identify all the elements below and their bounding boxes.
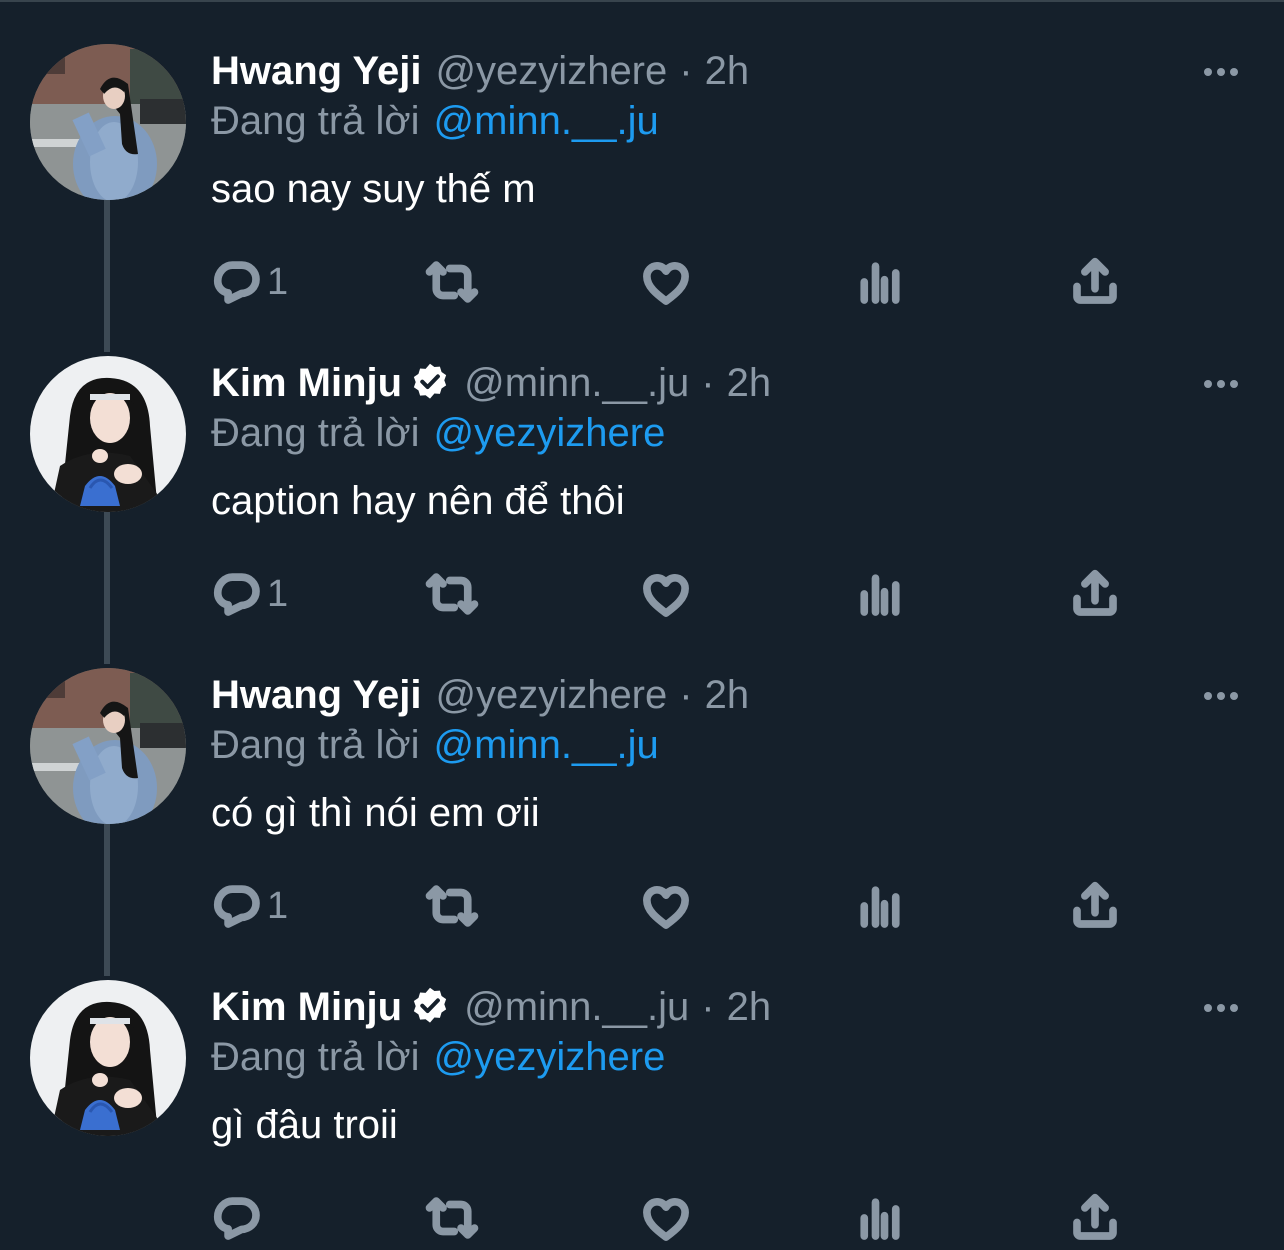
like-button[interactable] [639, 876, 693, 936]
reply-button[interactable]: 1 [211, 564, 288, 624]
avatar[interactable] [30, 668, 186, 824]
more-icon[interactable] [1196, 364, 1246, 404]
more-icon[interactable] [1196, 52, 1246, 92]
retweet-icon [425, 879, 479, 933]
username[interactable]: @yezyizhere [435, 673, 667, 718]
separator: · [679, 672, 693, 717]
replying-to-label: Đang trả lời [211, 411, 420, 455]
separator: · [701, 360, 715, 405]
retweet-icon [425, 1191, 479, 1245]
more-icon[interactable] [1196, 988, 1246, 1028]
reply-count: 1 [267, 884, 289, 927]
views-icon [853, 255, 907, 309]
tweet-text: gì đâu troii [211, 1103, 398, 1147]
tweet[interactable]: Hwang Yeji @yezyizhere · 2h Đang trả lời @min… [0, 626, 1284, 938]
retweet-icon [425, 567, 479, 621]
views-button[interactable] [853, 564, 907, 624]
more-icon[interactable] [1196, 676, 1246, 716]
views-button[interactable] [853, 1188, 907, 1248]
views-icon [853, 567, 907, 621]
timestamp[interactable]: 2h [727, 361, 772, 406]
like-icon [639, 1191, 693, 1245]
reply-icon [211, 1191, 265, 1245]
replying-to: Đang trả lời @yezyizhere [211, 1035, 665, 1080]
display-name[interactable]: Hwang Yeji [211, 49, 421, 94]
reply-count: 1 [267, 260, 289, 303]
replying-to: Đang trả lời @minn.__.ju [211, 723, 659, 768]
verified-icon [408, 361, 452, 405]
like-button[interactable] [639, 564, 693, 624]
tweet[interactable]: Kim Minju @minn.__.ju · 2h Đang trả lời @yezy… [0, 314, 1284, 626]
views-icon [853, 879, 907, 933]
reply-icon [211, 255, 265, 309]
reply-count: 1 [267, 572, 289, 615]
mention-link[interactable]: @yezyizhere [434, 1035, 666, 1079]
share-button[interactable] [1068, 1188, 1122, 1248]
like-button[interactable] [639, 252, 693, 312]
verified-icon [408, 985, 452, 1029]
tweet[interactable]: Hwang Yeji @yezyizhere · 2h Đang trả lời @min… [0, 2, 1284, 314]
share-icon [1068, 567, 1122, 621]
tweet-header: Kim Minju @minn.__.ju · 2h [211, 982, 771, 1032]
reply-icon [211, 567, 265, 621]
username[interactable]: @minn.__.ju [464, 985, 689, 1030]
retweet-icon [425, 255, 479, 309]
share-icon [1068, 879, 1122, 933]
views-button[interactable] [853, 252, 907, 312]
share-icon [1068, 255, 1122, 309]
timestamp[interactable]: 2h [727, 985, 772, 1030]
retweet-button[interactable] [425, 1188, 479, 1248]
replying-to-label: Đang trả lời [211, 99, 420, 143]
tweet[interactable]: Kim Minju @minn.__.ju · 2h Đang trả lời @yezy… [0, 938, 1284, 1250]
separator: · [701, 984, 715, 1029]
display-name[interactable]: Hwang Yeji [211, 673, 421, 718]
replying-to: Đang trả lời @minn.__.ju [211, 99, 659, 144]
mention-link[interactable]: @minn.__.ju [434, 723, 659, 767]
mention-link[interactable]: @yezyizhere [434, 411, 666, 455]
tweet-text: có gì thì nói em ơii [211, 791, 540, 835]
replying-to: Đang trả lời @yezyizhere [211, 411, 665, 456]
display-name[interactable]: Kim Minju [211, 985, 402, 1030]
replying-to-label: Đang trả lời [211, 723, 420, 767]
retweet-button[interactable] [425, 876, 479, 936]
like-button[interactable] [639, 1188, 693, 1248]
display-name[interactable]: Kim Minju [211, 361, 402, 406]
timestamp[interactable]: 2h [705, 49, 750, 94]
share-button[interactable] [1068, 252, 1122, 312]
retweet-button[interactable] [425, 564, 479, 624]
reply-button[interactable]: 1 [211, 876, 288, 936]
avatar[interactable] [30, 356, 186, 512]
like-icon [639, 255, 693, 309]
tweet-header: Hwang Yeji @yezyizhere · 2h [211, 46, 749, 96]
username[interactable]: @yezyizhere [435, 49, 667, 94]
mention-link[interactable]: @minn.__.ju [434, 99, 659, 143]
share-icon [1068, 1191, 1122, 1245]
tweet-header: Hwang Yeji @yezyizhere · 2h [211, 670, 749, 720]
avatar[interactable] [30, 980, 186, 1136]
replying-to-label: Đang trả lời [211, 1035, 420, 1079]
retweet-button[interactable] [425, 252, 479, 312]
timestamp[interactable]: 2h [705, 673, 750, 718]
like-icon [639, 567, 693, 621]
share-button[interactable] [1068, 564, 1122, 624]
like-icon [639, 879, 693, 933]
tweet-text: caption hay nên để thôi [211, 479, 625, 523]
reply-button[interactable]: 1 [211, 252, 288, 312]
tweet-text: sao nay suy thế m [211, 167, 536, 211]
separator: · [679, 48, 693, 93]
share-button[interactable] [1068, 876, 1122, 936]
views-icon [853, 1191, 907, 1245]
views-button[interactable] [853, 876, 907, 936]
avatar[interactable] [30, 44, 186, 200]
reply-icon [211, 879, 265, 933]
username[interactable]: @minn.__.ju [464, 361, 689, 406]
tweet-header: Kim Minju @minn.__.ju · 2h [211, 358, 771, 408]
reply-button[interactable] [211, 1188, 267, 1248]
